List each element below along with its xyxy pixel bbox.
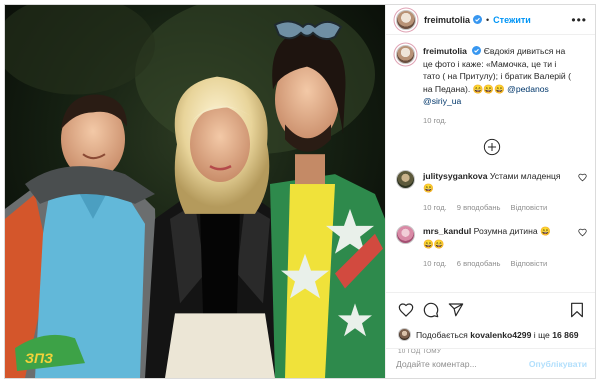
heart-icon[interactable]: [578, 173, 587, 182]
caption-emoji: 😄😄😄: [472, 83, 505, 94]
svg-text:ЗПЗ: ЗПЗ: [25, 350, 53, 366]
author-username[interactable]: freimutolia: [424, 15, 470, 25]
post-photo[interactable]: ЗПЗ: [5, 5, 385, 378]
comment-emoji: 😄: [423, 183, 434, 194]
more-options-icon[interactable]: •••: [571, 14, 587, 26]
caption-meta: 10 год.: [423, 115, 573, 128]
caption: freimutolia Євдокія дивиться на це фото …: [396, 45, 587, 128]
comment-time[interactable]: 10 год.: [423, 202, 447, 215]
likes-summary: Подобається kovalenko4299 і ще 16 869: [398, 328, 585, 341]
comment-likes[interactable]: 9 вподобань: [457, 202, 501, 215]
comment-input[interactable]: [396, 358, 529, 369]
post-side-panel: freimutolia • Стежити ••• freimutolia Єв…: [385, 5, 595, 378]
comment-icon[interactable]: [423, 302, 439, 318]
action-icons: [398, 301, 585, 319]
caption-avatar[interactable]: [396, 45, 415, 64]
comment-text: Розумна дитина: [473, 226, 538, 237]
comment-body: mrs_kandul Розумна дитина 😄 😄😄 10 год. 6…: [423, 225, 587, 270]
comment-emoji-line2: 😄😄: [423, 238, 445, 249]
photo-illustration: ЗПЗ: [5, 5, 385, 378]
heart-icon[interactable]: [398, 302, 414, 318]
liker-avatar[interactable]: [398, 328, 411, 341]
comment-emoji: 😄: [540, 226, 551, 237]
separator-dot: •: [486, 14, 490, 25]
caption-time[interactable]: 10 год.: [423, 115, 447, 128]
comment-body: julitysygankova Устами младенця 😄 10 год…: [423, 170, 587, 215]
caption-body: freimutolia Євдокія дивиться на це фото …: [423, 45, 587, 128]
bookmark-icon[interactable]: [569, 302, 585, 318]
comments-list: freimutolia Євдокія дивиться на це фото …: [386, 35, 595, 292]
comment-meta: 10 год. 9 вподобань Відповісти: [423, 202, 573, 215]
publish-button[interactable]: Опублікувати: [529, 359, 587, 369]
likes-prefix: Подобається: [416, 329, 468, 340]
liker-username[interactable]: kovalenko4299: [470, 330, 531, 340]
commenter-avatar[interactable]: [396, 169, 415, 189]
verified-badge-icon: [473, 15, 483, 24]
commenter-username[interactable]: julitysygankova: [423, 171, 487, 181]
comment-item: julitysygankova Устами младенця 😄 10 год…: [396, 169, 587, 215]
heart-icon[interactable]: [578, 228, 587, 237]
comment-time[interactable]: 10 год.: [423, 258, 447, 271]
verified-badge-icon: [472, 46, 482, 55]
commenter-avatar[interactable]: [396, 225, 415, 245]
comments-fade: [386, 284, 595, 292]
comment-meta: 10 год. 6 вподобань Відповісти: [423, 258, 573, 271]
load-more-comments-icon[interactable]: [483, 138, 501, 156]
post-header: freimutolia • Стежити •••: [386, 5, 595, 35]
likes-count[interactable]: 16 869: [552, 330, 578, 340]
post-dialog: ЗПЗ freimutolia • Стежити ••• freimutoli…: [4, 4, 596, 379]
load-more-comments[interactable]: [396, 138, 587, 156]
follow-button[interactable]: Стежити: [493, 15, 531, 25]
comment-text: Устами младенця: [489, 170, 561, 181]
comment-item: mrs_kandul Розумна дитина 😄 😄😄 10 год. 6…: [396, 225, 587, 270]
likes-conj: і ще: [533, 329, 550, 340]
author-avatar[interactable]: [396, 9, 416, 30]
mention-pedanos[interactable]: @pedanos: [507, 84, 549, 94]
add-comment-bar: Опублікувати: [386, 348, 595, 378]
reply-button[interactable]: Відповісти: [511, 258, 548, 271]
share-icon[interactable]: [448, 302, 464, 318]
caption-username[interactable]: freimutolia: [423, 46, 467, 56]
mention-siriy-ua[interactable]: @siriy_ua: [423, 96, 461, 106]
commenter-username[interactable]: mrs_kandul: [423, 226, 471, 236]
comment-likes[interactable]: 6 вподобань: [457, 258, 501, 271]
reply-button[interactable]: Відповісти: [511, 202, 548, 215]
